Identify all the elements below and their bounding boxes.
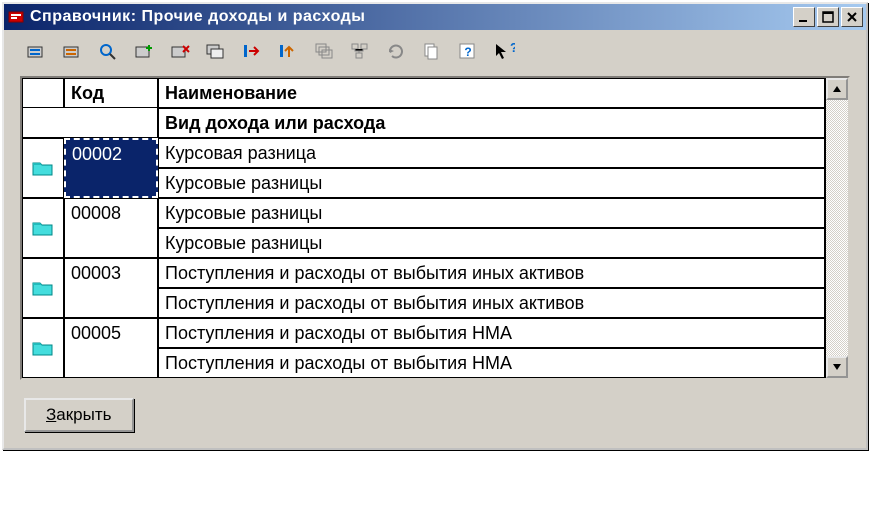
toolbar-new-group-icon[interactable] [58, 38, 86, 66]
svg-text:?: ? [464, 45, 471, 59]
toolbar-move-right-icon[interactable] [238, 38, 266, 66]
folder-icon [22, 318, 64, 378]
cell-sub[interactable]: Курсовые разницы [158, 228, 825, 258]
toolbar: ? ? [4, 30, 866, 74]
toolbar-cascade-icon[interactable] [310, 38, 338, 66]
maximize-button[interactable] [817, 7, 839, 27]
titlebar: Справочник: Прочие доходы и расходы [4, 4, 866, 30]
scroll-down-icon[interactable] [826, 356, 848, 378]
cell-code[interactable]: 00003 [64, 258, 158, 318]
cell-code[interactable]: 00005 [64, 318, 158, 378]
toolbar-move-up-icon[interactable] [274, 38, 302, 66]
cell-sub[interactable]: Поступления и расходы от выбытия НМА [158, 348, 825, 378]
toolbar-refresh-icon[interactable] [382, 38, 410, 66]
toolbar-help-icon[interactable]: ? [454, 38, 482, 66]
folder-icon [22, 258, 64, 318]
cell-sub[interactable]: Курсовые разницы [158, 168, 825, 198]
header-name[interactable]: Наименование [158, 78, 825, 108]
cell-name[interactable]: Курсовая разница [158, 138, 825, 168]
toolbar-copy-icon[interactable] [202, 38, 230, 66]
folder-icon [22, 198, 64, 258]
toolbar-delete-icon[interactable] [166, 38, 194, 66]
toolbar-search-icon[interactable] [94, 38, 122, 66]
table-row[interactable]: 00002 Курсовая разница Курсовые разницы [22, 138, 825, 198]
toolbar-new-icon[interactable] [22, 38, 50, 66]
table-row[interactable]: 00003 Поступления и расходы от выбытия и… [22, 258, 825, 318]
dialog-window: Справочник: Прочие доходы и расходы ? ? [2, 2, 868, 450]
window-title: Справочник: Прочие доходы и расходы [30, 8, 793, 26]
toolbar-add-icon[interactable] [130, 38, 158, 66]
header-icon-col [22, 78, 64, 108]
header-row-1: Код Наименование [22, 78, 825, 108]
grid-panel: Код Наименование Вид дохода или расхода … [20, 76, 850, 380]
header-spacer [22, 108, 158, 138]
cell-code[interactable]: 00008 [64, 198, 158, 258]
folder-icon [22, 138, 64, 198]
table-row[interactable]: 00008 Курсовые разницы Курсовые разницы [22, 198, 825, 258]
header-code[interactable]: Код [64, 78, 158, 108]
cell-code[interactable]: 00002 [64, 138, 158, 198]
close-label-rest: акрыть [56, 405, 111, 424]
scroll-track[interactable] [826, 100, 848, 356]
data-grid: Код Наименование Вид дохода или расхода … [22, 78, 826, 378]
close-dialog-button[interactable]: Закрыть [24, 398, 134, 432]
toolbar-cursor-help-icon[interactable]: ? [490, 38, 518, 66]
minimize-button[interactable] [793, 7, 815, 27]
footer: Закрыть [4, 388, 866, 448]
header-row-2: Вид дохода или расхода [22, 108, 825, 138]
toolbar-docs-icon[interactable] [418, 38, 446, 66]
scroll-up-icon[interactable] [826, 78, 848, 100]
table-row[interactable]: 00005 Поступления и расходы от выбытия Н… [22, 318, 825, 378]
close-shortcut-letter: З [46, 405, 56, 424]
window-controls [793, 7, 863, 27]
header-subname[interactable]: Вид дохода или расхода [158, 108, 825, 138]
toolbar-tree-icon[interactable] [346, 38, 374, 66]
vertical-scrollbar[interactable] [826, 78, 848, 378]
cell-name[interactable]: Курсовые разницы [158, 198, 825, 228]
close-button[interactable] [841, 7, 863, 27]
cell-name[interactable]: Поступления и расходы от выбытия НМА [158, 318, 825, 348]
cell-name[interactable]: Поступления и расходы от выбытия иных ак… [158, 258, 825, 288]
svg-text:?: ? [510, 41, 515, 55]
app-icon [7, 8, 25, 26]
cell-sub[interactable]: Поступления и расходы от выбытия иных ак… [158, 288, 825, 318]
